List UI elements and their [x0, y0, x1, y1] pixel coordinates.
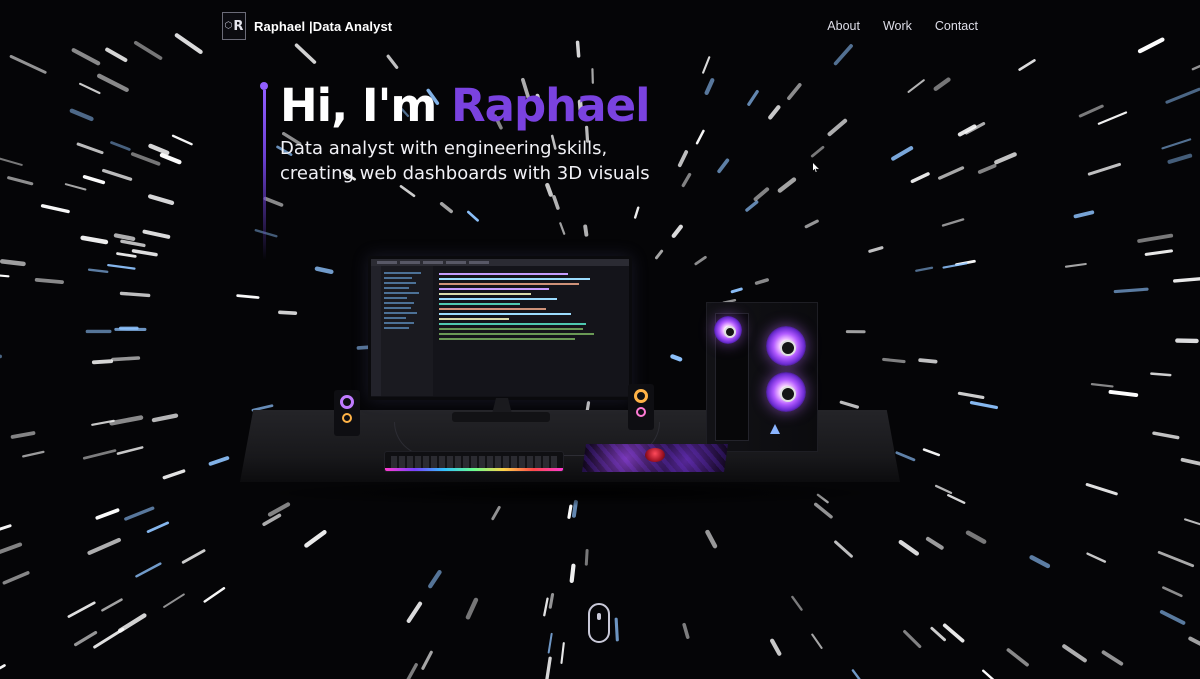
- hero-greeting: Hi, I'm: [280, 79, 451, 132]
- editor-activity-bar: [371, 266, 381, 396]
- hero-title: Hi, I'm Raphael: [280, 78, 700, 134]
- monitor: [368, 256, 632, 400]
- nav-links: About Work Contact: [827, 19, 978, 33]
- rgb-fan-icon: [766, 326, 806, 366]
- editor-code-area: [433, 266, 629, 396]
- rgb-fan-icon: [714, 316, 742, 344]
- nav-link-about[interactable]: About: [827, 19, 860, 33]
- hero-accent-dot: [260, 82, 268, 90]
- mouse-device: [645, 448, 665, 462]
- monitor-stand: [452, 412, 550, 422]
- keyboard-rgb-strip: [385, 468, 563, 471]
- hexagon-r-logo-icon: ⬡ R: [222, 12, 246, 40]
- speaker-left: [334, 390, 360, 436]
- rgb-fan-icon: [766, 372, 806, 412]
- speaker-ring-icon: [340, 395, 354, 409]
- hero-subtitle-line1: Data analyst with engineering skills,: [280, 138, 608, 159]
- hero-accent-line: [260, 82, 268, 262]
- hero-accent-bar: [262, 90, 266, 260]
- speaker-ring-icon: [342, 413, 352, 423]
- logo-letter: R: [233, 18, 244, 34]
- hero-name: Raphael: [450, 79, 651, 132]
- hero-subtitle: Data analyst with engineering skills, cr…: [280, 136, 700, 186]
- brand-first-name: Raphael: [254, 18, 306, 34]
- keyboard-keys: [391, 456, 557, 468]
- scroll-dot: [597, 613, 601, 620]
- hero-text: Hi, I'm Raphael Data analyst with engine…: [280, 78, 700, 186]
- speaker-ring-icon: [636, 407, 646, 417]
- hero-subtitle-line2: creating web dashboards with 3D visuals: [280, 163, 650, 184]
- hexagon-icon: ⬡: [224, 21, 233, 31]
- brand-role: |Data Analyst: [309, 18, 393, 34]
- speaker-ring-icon: [634, 389, 648, 403]
- brand-link[interactable]: ⬡ R Raphael |Data Analyst: [222, 12, 392, 40]
- brand-name: Raphael |Data Analyst: [254, 19, 392, 34]
- speaker-right: [628, 384, 654, 430]
- nav-link-work[interactable]: Work: [883, 19, 912, 33]
- keyboard: [384, 451, 564, 472]
- nav-link-contact[interactable]: Contact: [935, 19, 978, 33]
- mouse-scroll-icon[interactable]: [588, 603, 610, 643]
- desk-shadow: [250, 480, 890, 506]
- editor-file-tree: [381, 266, 433, 396]
- navbar: ⬡ R Raphael |Data Analyst About Work Cont…: [222, 12, 978, 40]
- editor-tab-bar: [371, 259, 629, 266]
- code-editor-screen: [371, 266, 629, 396]
